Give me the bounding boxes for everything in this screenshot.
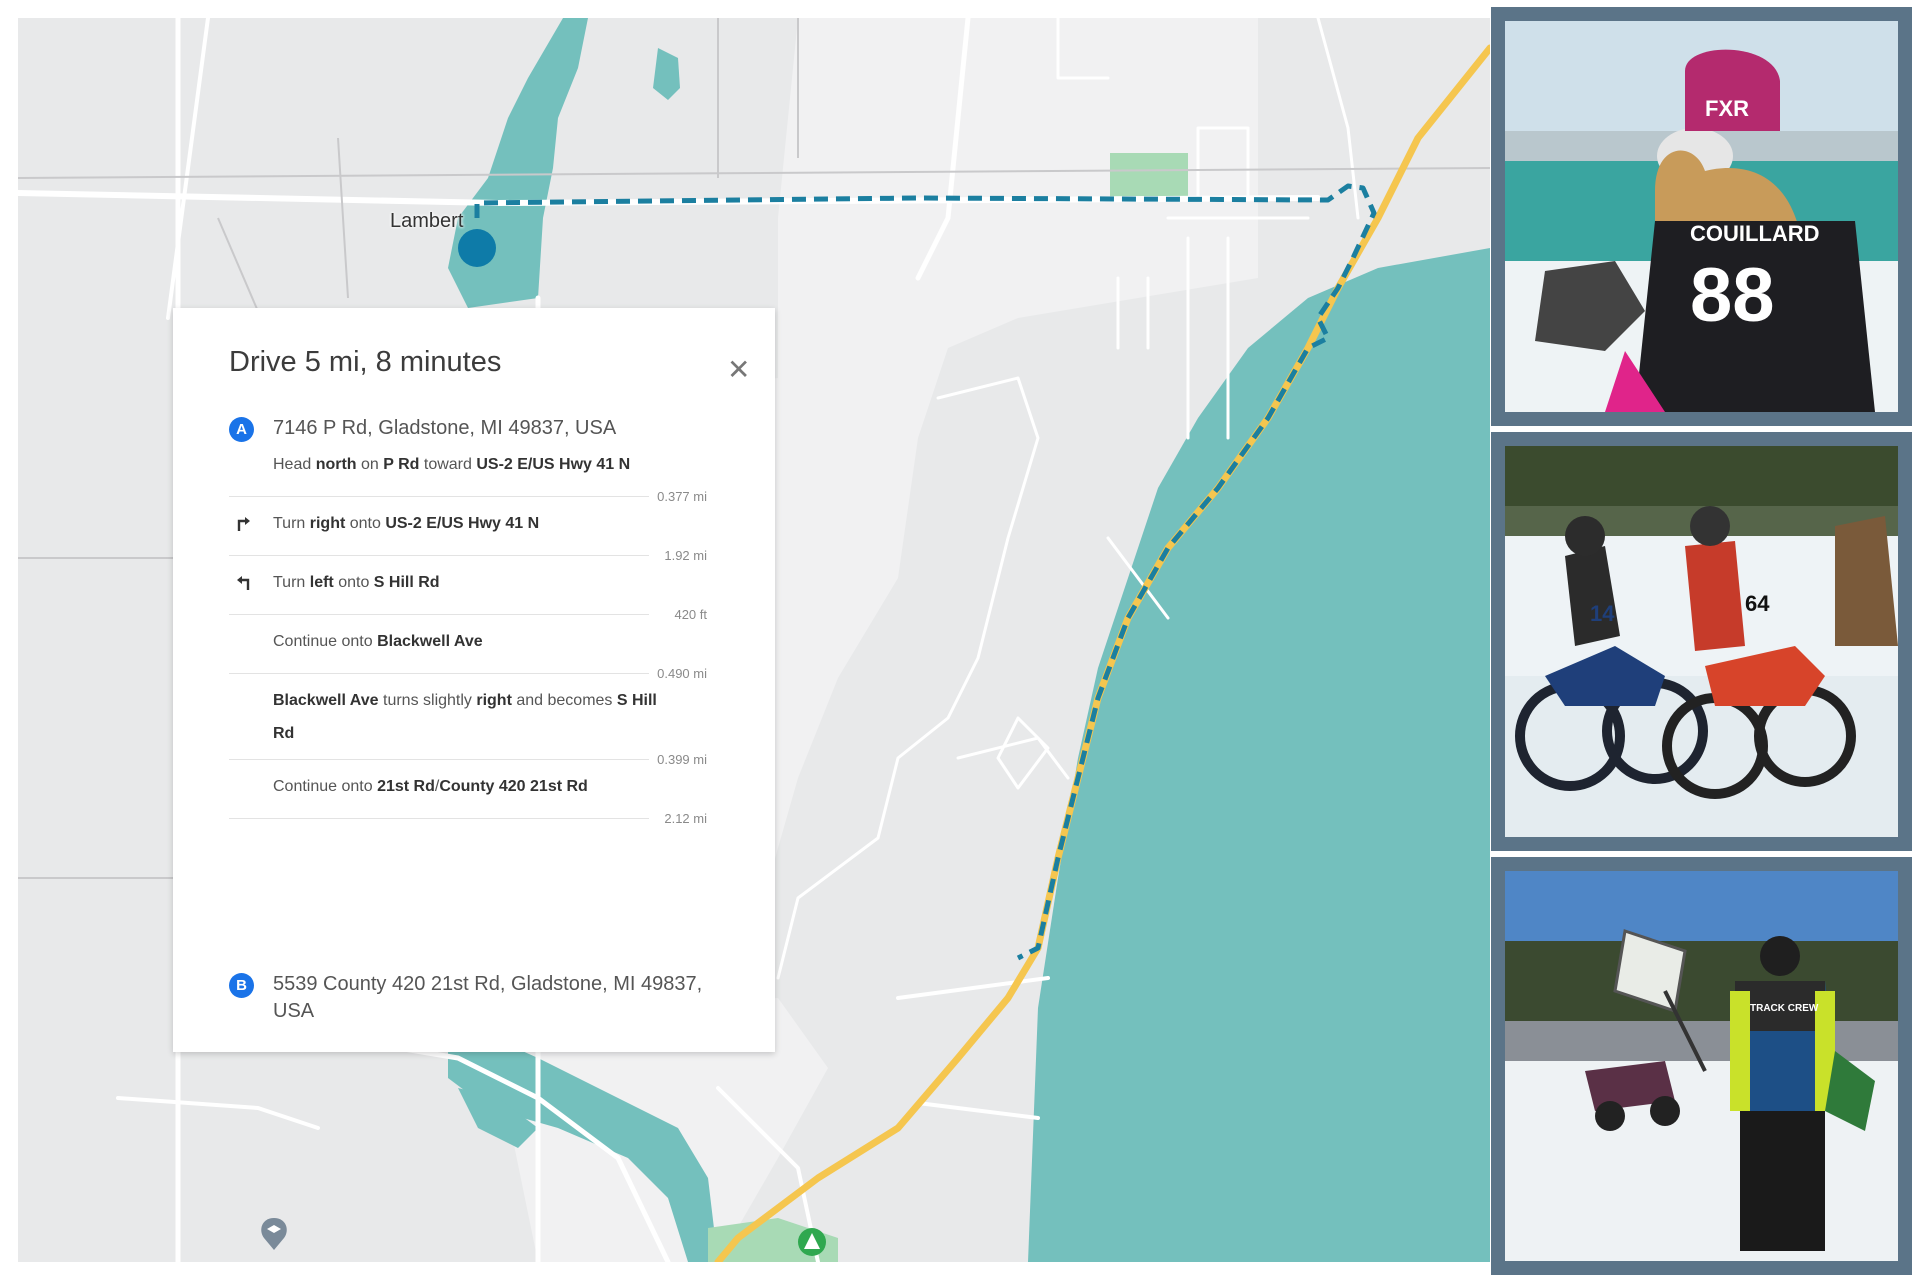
photo-motocross-race[interactable]: 14 64: [1505, 446, 1898, 837]
step-distance: 0.377 mi: [657, 489, 707, 504]
campground-icon[interactable]: [798, 1228, 826, 1256]
direction-step[interactable]: Blackwell Ave turns slightly right and b…: [229, 684, 707, 770]
destination-address-line2: USA: [273, 1000, 315, 1022]
step-distance: 0.399 mi: [657, 752, 707, 767]
step-instruction: Turn left onto S Hill Rd: [273, 566, 673, 599]
instruction-part: right: [309, 515, 346, 532]
step-divider: [229, 496, 649, 497]
step-distance: 0.490 mi: [657, 666, 707, 681]
instruction-part: turns slightly: [378, 692, 477, 709]
destination-address: 5539 County 420 21st Rd, Gladstone, MI 4…: [273, 971, 743, 1025]
directions-title: Drive 5 mi, 8 minutes: [229, 346, 502, 378]
origin-badge: A: [229, 417, 254, 442]
photo-frame-rider: FXR COUILLARD 88: [1491, 7, 1912, 426]
close-icon[interactable]: ✕: [727, 356, 750, 384]
direction-step[interactable]: Continue onto Blackwell Ave 0.490 mi: [229, 625, 707, 684]
instruction-part: Continue onto: [273, 633, 378, 650]
place-label: Lambert: [390, 210, 464, 232]
step-divider: [229, 759, 649, 760]
photo-rider-88[interactable]: FXR COUILLARD 88: [1505, 21, 1898, 412]
jersey-number: 88: [1690, 253, 1775, 338]
school-icon[interactable]: [261, 1218, 287, 1250]
direction-step[interactable]: Head north on P Rd toward US-2 E/US Hwy …: [229, 448, 707, 507]
instruction-part: Blackwell Ave: [377, 633, 483, 650]
lake-water: [1028, 248, 1490, 1262]
origin-address: 7146 P Rd, Gladstone, MI 49837, USA: [273, 417, 617, 439]
photo-track-crew-flagger[interactable]: TRACK CREW: [1505, 871, 1898, 1261]
jersey-name: COUILLARD: [1690, 221, 1820, 246]
step-divider: [229, 818, 649, 819]
step-distance: 420 ft: [674, 607, 707, 622]
step-distance: 1.92 mi: [664, 548, 707, 563]
bike-number-64: 64: [1745, 591, 1770, 616]
step-instruction: Continue onto 21st Rd/County 420 21st Rd: [273, 770, 673, 803]
step-distance: 2.12 mi: [664, 811, 707, 826]
instruction-part: US-2 E/US Hwy 41 N: [385, 515, 540, 532]
helmet-logo: FXR: [1705, 96, 1749, 121]
residential-area: [778, 18, 1258, 438]
instruction-part: on: [356, 456, 384, 473]
step-instruction: Continue onto Blackwell Ave: [273, 625, 673, 658]
directions-panel: Drive 5 mi, 8 minutes ✕ A 7146 P Rd, Gla…: [173, 308, 775, 1052]
direction-step[interactable]: Turn right onto US-2 E/US Hwy 41 N 1.92 m…: [229, 507, 707, 566]
direction-step[interactable]: Turn left onto S Hill Rd 420 ft: [229, 566, 707, 625]
instruction-part: Continue onto: [273, 778, 378, 795]
pond: [653, 48, 680, 100]
photo-frame-flagger: TRACK CREW: [1491, 857, 1912, 1275]
photo-frame-race: 14 64: [1491, 432, 1912, 851]
vest-text: TRACK CREW: [1750, 1003, 1819, 1014]
step-instruction: Head north on P Rd toward US-2 E/US Hwy …: [273, 448, 673, 481]
step-divider: [229, 673, 649, 674]
instruction-part: S Hill Rd: [373, 574, 440, 591]
origin-marker[interactable]: [458, 229, 496, 267]
instruction-part: Turn: [273, 515, 310, 532]
destination-badge: B: [229, 973, 254, 998]
instruction-part: onto: [345, 515, 386, 532]
park-area: [1110, 153, 1188, 198]
bike-number-14: 14: [1590, 601, 1615, 626]
turn-right-icon: [233, 512, 255, 534]
instruction-part: Blackwell Ave: [273, 692, 379, 709]
step-instruction: Blackwell Ave turns slightly right and b…: [273, 684, 673, 750]
turn-left-icon: [233, 571, 255, 593]
destination-address-line1: 5539 County 420 21st Rd, Gladstone, MI 4…: [273, 973, 703, 995]
instruction-part: right: [476, 692, 512, 709]
instruction-part: County 420 21st Rd: [439, 778, 588, 795]
step-instruction: Turn right onto US-2 E/US Hwy 41 N: [273, 507, 673, 540]
instruction-part: and becomes: [511, 692, 617, 709]
instruction-part: P Rd: [383, 456, 420, 473]
step-divider: [229, 614, 649, 615]
step-divider: [229, 555, 649, 556]
instruction-part: Turn: [273, 574, 310, 591]
instruction-part: onto: [333, 574, 374, 591]
instruction-part: 21st Rd: [377, 778, 435, 795]
instruction-part: north: [315, 456, 357, 473]
instruction-part: US-2 E/US Hwy 41 N: [476, 456, 631, 473]
instruction-part: toward: [419, 456, 477, 473]
direction-step[interactable]: Continue onto 21st Rd/County 420 21st Rd…: [229, 770, 707, 829]
instruction-part: left: [309, 574, 334, 591]
instruction-part: Head: [273, 456, 316, 473]
